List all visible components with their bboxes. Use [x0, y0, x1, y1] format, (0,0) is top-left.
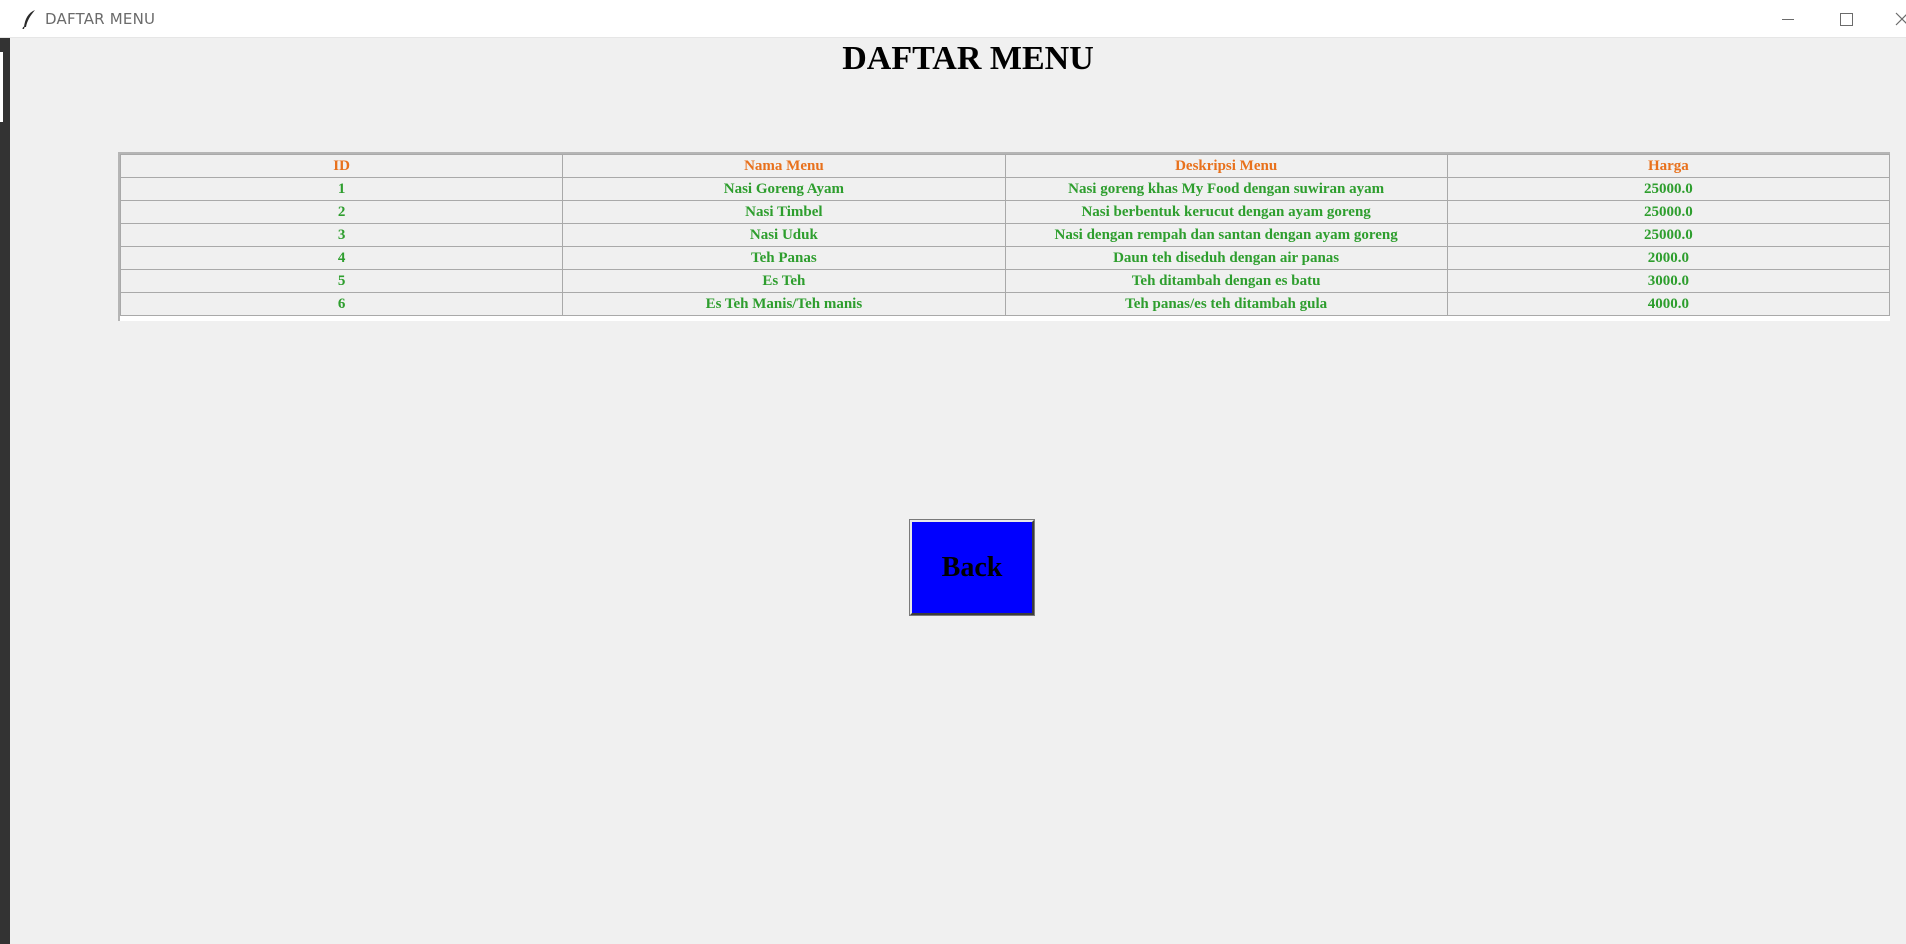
cell-harga: 25000.0 — [1446, 200, 1891, 224]
minimize-icon — [1782, 18, 1794, 20]
table-row[interactable]: 3 Nasi Uduk Nasi dengan rempah dan santa… — [119, 223, 1891, 247]
menu-table: ID Nama Menu Deskripsi Menu Harga 1 Nasi… — [119, 154, 1891, 316]
left-edge — [0, 38, 10, 944]
cell-deskripsi-menu: Daun teh diseduh dengan air panas — [1004, 246, 1448, 270]
cell-deskripsi-menu: Nasi goreng khas My Food dengan suwiran … — [1004, 177, 1448, 201]
table-row[interactable]: 2 Nasi Timbel Nasi berbentuk kerucut den… — [119, 200, 1891, 224]
minimize-button[interactable] — [1760, 0, 1816, 38]
table-row[interactable]: 4 Teh Panas Daun teh diseduh dengan air … — [119, 246, 1891, 270]
maximize-icon — [1839, 12, 1853, 26]
cell-harga: 3000.0 — [1446, 269, 1891, 293]
window-title: DAFTAR MENU — [45, 10, 156, 28]
table-row[interactable]: 5 Es Teh Teh ditambah dengan es batu 300… — [119, 269, 1891, 293]
close-icon — [1876, 12, 1906, 26]
cell-deskripsi-menu: Teh ditambah dengan es batu — [1004, 269, 1448, 293]
cell-id: 2 — [119, 200, 564, 224]
column-header-id[interactable]: ID — [119, 154, 564, 178]
cell-deskripsi-menu: Nasi berbentuk kerucut dengan ayam goren… — [1004, 200, 1448, 224]
cell-harga: 4000.0 — [1446, 292, 1891, 316]
cell-id: 6 — [119, 292, 564, 316]
cell-id: 1 — [119, 177, 564, 201]
cell-harga: 2000.0 — [1446, 246, 1891, 270]
feather-icon — [22, 9, 38, 30]
menu-table-container: ID Nama Menu Deskripsi Menu Harga 1 Nasi… — [118, 152, 1891, 321]
cell-deskripsi-menu: Nasi dengan rempah dan santan dengan aya… — [1004, 223, 1448, 247]
table-row[interactable]: 1 Nasi Goreng Ayam Nasi goreng khas My F… — [119, 177, 1891, 201]
app-window: DAFTAR MENU DAFTAR MENU ID Nama Menu Des… — [0, 0, 1906, 944]
column-header-nama-menu[interactable]: Nama Menu — [562, 154, 1006, 178]
back-button[interactable]: Back — [909, 519, 1035, 616]
table-header-row: ID Nama Menu Deskripsi Menu Harga — [119, 154, 1891, 178]
column-header-deskripsi-menu[interactable]: Deskripsi Menu — [1004, 154, 1448, 178]
cell-nama-menu: Nasi Uduk — [562, 223, 1006, 247]
cell-nama-menu: Es Teh Manis/Teh manis — [562, 292, 1006, 316]
cell-harga: 25000.0 — [1446, 177, 1891, 201]
cell-id: 4 — [119, 246, 564, 270]
cell-harga: 25000.0 — [1446, 223, 1891, 247]
maximize-button[interactable] — [1818, 0, 1874, 38]
page-title: DAFTAR MENU — [842, 40, 1094, 77]
cell-nama-menu: Es Teh — [562, 269, 1006, 293]
cell-id: 5 — [119, 269, 564, 293]
column-header-harga[interactable]: Harga — [1446, 154, 1891, 178]
cell-deskripsi-menu: Teh panas/es teh ditambah gula — [1004, 292, 1448, 316]
cell-nama-menu: Nasi Timbel — [562, 200, 1006, 224]
cell-nama-menu: Teh Panas — [562, 246, 1006, 270]
title-bar: DAFTAR MENU — [0, 0, 1906, 38]
table-row[interactable]: 6 Es Teh Manis/Teh manis Teh panas/es te… — [119, 292, 1891, 316]
close-button[interactable] — [1876, 0, 1906, 38]
cell-id: 3 — [119, 223, 564, 247]
cell-nama-menu: Nasi Goreng Ayam — [562, 177, 1006, 201]
